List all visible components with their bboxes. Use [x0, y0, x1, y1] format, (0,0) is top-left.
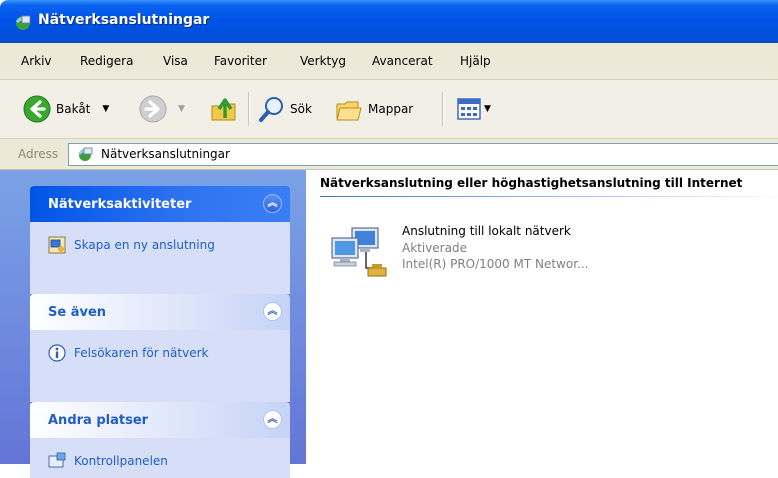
- back-dropdown-icon[interactable]: ▼: [102, 104, 109, 114]
- search-button[interactable]: Sök: [258, 80, 312, 138]
- folders-icon: [336, 101, 362, 121]
- menu-bar: Arkiv Redigera Visa Favoriter Verktyg Av…: [0, 43, 778, 80]
- see-also-panel: Se även ︽ Felsökaren för nätverk: [30, 294, 290, 402]
- see-also-title: Se även: [48, 305, 107, 320]
- network-tasks-panel: Nätverksaktiviteter ︽ Skapa en ny anslut…: [30, 186, 290, 294]
- address-field[interactable]: Nätverksanslutningar: [68, 143, 778, 166]
- menu-favoriter[interactable]: Favoriter: [214, 54, 267, 68]
- group-header: Nätverksanslutning eller höghastighetsan…: [320, 176, 743, 190]
- views-icon: [457, 98, 481, 120]
- network-tasks-header[interactable]: Nätverksaktiviteter ︽: [30, 186, 290, 222]
- menu-avancerat[interactable]: Avancerat: [372, 54, 433, 68]
- up-folder-icon: [211, 98, 236, 121]
- forward-dropdown-icon[interactable]: ▼: [178, 104, 185, 114]
- back-arrow-icon: [23, 95, 51, 123]
- collapse-chevron-icon[interactable]: ︽: [263, 302, 282, 321]
- control-panel-link[interactable]: Kontrollpanelen: [48, 452, 168, 470]
- network-tasks-title: Nätverksaktiviteter: [48, 197, 192, 212]
- menu-verktyg[interactable]: Verktyg: [300, 54, 346, 68]
- control-panel-label: Kontrollpanelen: [74, 454, 168, 468]
- create-connection-label: Skapa en ny anslutning: [74, 238, 215, 252]
- see-also-header[interactable]: Se även ︽: [30, 294, 290, 330]
- toolbar: Bakåt ▼ ▼ Sök Mappar ▼: [0, 80, 778, 139]
- search-icon: [259, 97, 283, 122]
- connection-name: Anslutning till lokalt nätverk: [402, 224, 571, 238]
- folders-button[interactable]: Mappar: [334, 80, 413, 138]
- network-connections-icon: [78, 147, 93, 161]
- back-label: Bakåt: [56, 102, 91, 116]
- address-label: Adress: [18, 147, 59, 161]
- network-troubleshooter-link[interactable]: Felsökaren för nätverk: [48, 344, 208, 362]
- search-label: Sök: [290, 102, 312, 116]
- info-icon: [48, 344, 66, 362]
- title-bar[interactable]: Nätverksanslutningar: [0, 0, 778, 43]
- content-pane: Nätverksanslutning eller höghastighetsan…: [306, 170, 778, 464]
- address-value: Nätverksanslutningar: [101, 147, 230, 161]
- other-places-header[interactable]: Andra platser ︽: [30, 402, 290, 438]
- address-bar: Adress Nätverksanslutningar: [0, 139, 778, 170]
- up-folder-button[interactable]: [209, 80, 239, 138]
- forward-button[interactable]: ▼: [138, 80, 185, 138]
- lan-connection-icon: [331, 227, 387, 277]
- task-pane: Nätverksaktiviteter ︽ Skapa en ny anslut…: [0, 170, 306, 478]
- create-connection-link[interactable]: Skapa en ny anslutning: [48, 236, 215, 254]
- collapse-chevron-icon[interactable]: ︽: [263, 410, 282, 429]
- network-troubleshooter-label: Felsökaren för nätverk: [74, 346, 209, 360]
- menu-redigera[interactable]: Redigera: [80, 54, 133, 68]
- menu-hjalp[interactable]: Hjälp: [460, 54, 491, 68]
- back-button[interactable]: Bakåt ▼: [22, 80, 109, 138]
- network-connections-icon: [15, 15, 31, 30]
- collapse-chevron-icon[interactable]: ︽: [263, 194, 282, 213]
- forward-arrow-icon: [139, 95, 167, 123]
- other-places-title: Andra platser: [48, 413, 149, 428]
- new-connection-icon: [48, 236, 66, 254]
- other-places-panel: Andra platser ︽ Kontrollpanelen: [30, 402, 290, 478]
- views-dropdown-icon[interactable]: ▼: [484, 104, 491, 114]
- window-title: Nätverksanslutningar: [38, 12, 210, 28]
- connection-status: Aktiverade: [402, 241, 467, 255]
- control-panel-icon: [48, 452, 66, 468]
- group-divider: [320, 196, 778, 197]
- connection-device: Intel(R) PRO/1000 MT Networ...: [402, 257, 589, 271]
- folders-label: Mappar: [368, 102, 414, 116]
- menu-visa[interactable]: Visa: [163, 54, 188, 68]
- views-button[interactable]: ▼: [456, 80, 491, 138]
- menu-arkiv[interactable]: Arkiv: [21, 54, 52, 68]
- lan-connection-item[interactable]: Anslutning till lokalt nätverk Aktiverad…: [326, 220, 746, 290]
